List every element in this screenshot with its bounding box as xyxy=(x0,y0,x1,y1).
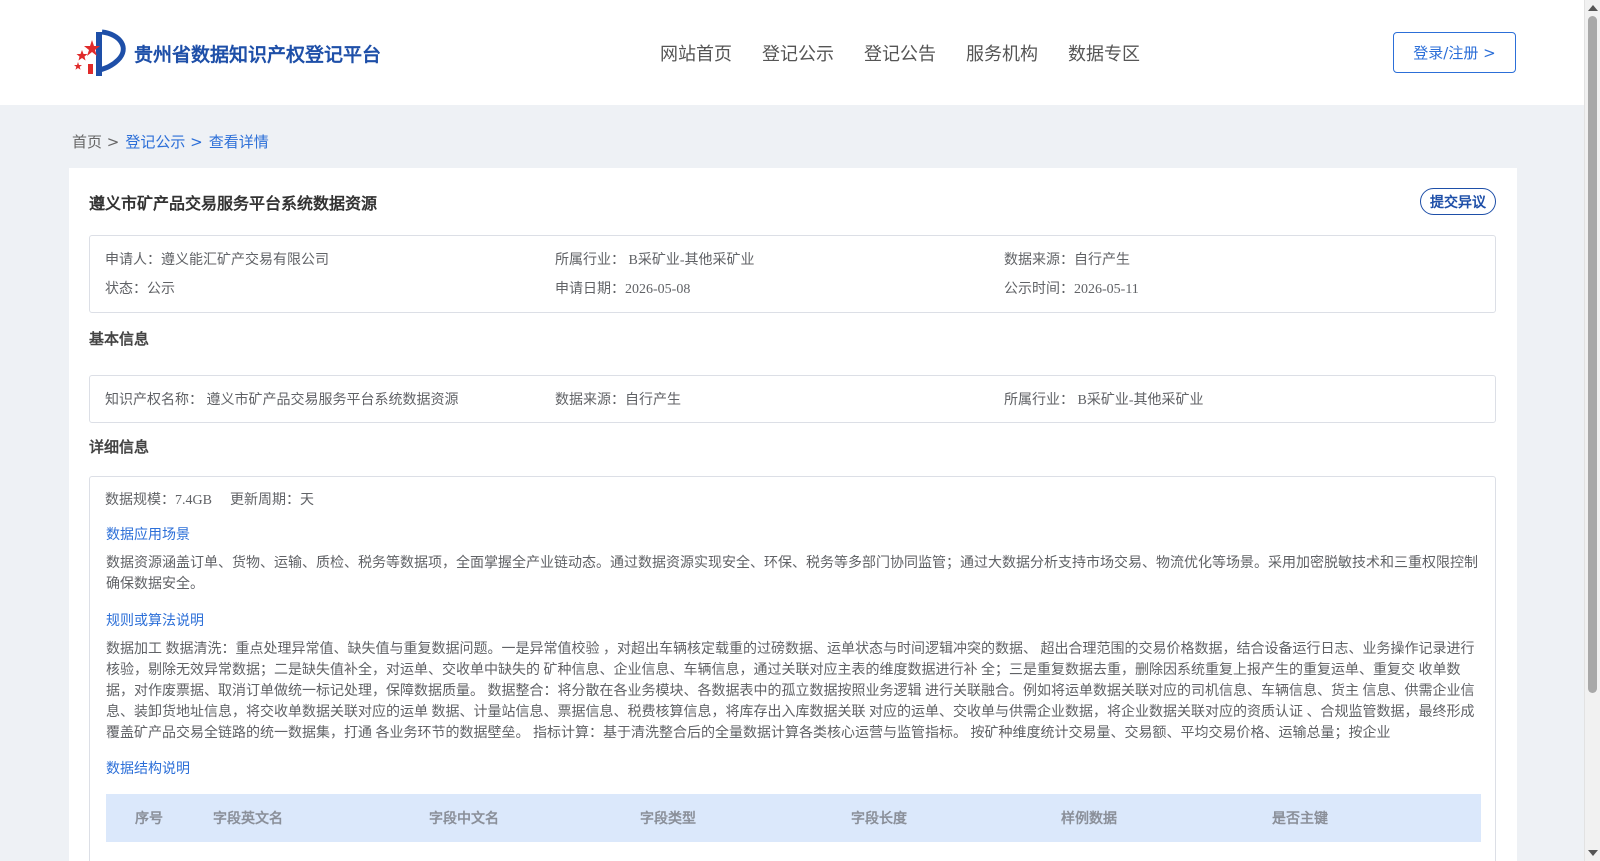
site-header: 贵州省数据知识产权登记平台 网站首页 登记公示 登记公告 服务机构 数据专区 登… xyxy=(0,0,1584,105)
th-primary-key: 是否主键 xyxy=(1272,811,1328,827)
data-scale-field: 数据规模：7.4GB xyxy=(105,493,212,508)
nav-item-service-agencies[interactable]: 服务机构 xyxy=(966,40,1038,66)
rules-heading: 规则或算法说明 xyxy=(106,614,204,629)
breadcrumb-home[interactable]: 首页 > xyxy=(72,131,119,152)
th-sample-data: 样例数据 xyxy=(1061,811,1117,827)
page-title: 遵义市矿产品交易服务平台系统数据资源 xyxy=(89,194,378,213)
nav-item-home[interactable]: 网站首页 xyxy=(660,40,732,66)
industry-field: 所属行业： B采矿业-其他采矿业 xyxy=(555,253,755,268)
page-scrollbar[interactable] xyxy=(1584,0,1600,861)
publish-date-field: 公示时间：2026-05-11 xyxy=(1004,282,1139,297)
logo-emblem-icon xyxy=(72,28,130,78)
scroll-thumb[interactable] xyxy=(1588,16,1597,693)
update-cycle-field: 更新周期：天 xyxy=(230,493,314,508)
logo-text: 贵州省数据知识产权登记平台 xyxy=(134,43,382,66)
rules-text: 数据加工 数据清洗：重点处理异常值、缺失值与重复数据问题。一是异常值校验 ，对超… xyxy=(106,642,1475,741)
apply-date-field: 申请日期：2026-05-08 xyxy=(555,282,691,297)
scenario-heading: 数据应用场景 xyxy=(106,528,190,543)
th-chinese-name: 字段中文名 xyxy=(429,811,499,827)
basic-source-field: 数据来源：自行产生 xyxy=(555,393,681,408)
scroll-up-arrow-icon[interactable] xyxy=(1588,5,1598,11)
structure-heading: 数据结构说明 xyxy=(106,762,190,777)
status-field: 状态：公示 xyxy=(105,282,175,297)
nav-item-registration-announcement[interactable]: 登记公告 xyxy=(864,40,936,66)
basic-industry-field: 所属行业： B采矿业-其他采矿业 xyxy=(1004,393,1204,408)
th-english-name: 字段英文名 xyxy=(213,811,283,827)
detail-info-box: 数据规模：7.4GB 更新周期：天 数据应用场景 数据资源涵盖订单、货物、运输、… xyxy=(89,476,1496,861)
scenario-text: 数据资源涵盖订单、货物、运输、质检、税务等数据项，全面掌握全产业链动态。通过数据… xyxy=(106,556,1478,592)
th-index: 序号 xyxy=(135,811,163,827)
basic-info-heading: 基本信息 xyxy=(89,330,150,348)
applicant-field: 申请人：遵义能汇矿产交易有限公司 xyxy=(105,253,329,268)
nav-item-registration-notice[interactable]: 登记公示 xyxy=(762,40,834,66)
main-nav: 网站首页 登记公示 登记公告 服务机构 数据专区 xyxy=(660,40,1170,66)
detail-card: 遵义市矿产品交易服务平台系统数据资源 提交异议 申请人：遵义能汇矿产交易有限公司… xyxy=(69,168,1517,861)
detail-info-heading: 详细信息 xyxy=(89,438,150,456)
scroll-down-arrow-icon[interactable] xyxy=(1588,850,1598,856)
login-register-button[interactable]: 登录/注册 > xyxy=(1393,32,1516,73)
nav-item-data-zone[interactable]: 数据专区 xyxy=(1068,40,1140,66)
th-field-type: 字段类型 xyxy=(640,811,696,827)
breadcrumb-section[interactable]: 登记公示 > xyxy=(125,131,202,152)
breadcrumb-current: 查看详情 xyxy=(208,133,269,151)
structure-table-header: 序号 字段英文名 字段中文名 字段类型 字段长度 样例数据 是否主键 xyxy=(106,794,1481,842)
breadcrumb: 首页 > 登记公示 > 查看详情 xyxy=(72,131,269,152)
basic-info-box: 知识产权名称： 遵义市矿产品交易服务平台系统数据资源 数据来源：自行产生 所属行… xyxy=(89,375,1496,423)
source-field: 数据来源：自行产生 xyxy=(1004,253,1130,268)
submit-objection-button[interactable]: 提交异议 xyxy=(1420,188,1496,215)
summary-box: 申请人：遵义能汇矿产交易有限公司 所属行业： B采矿业-其他采矿业 数据来源：自… xyxy=(89,235,1496,313)
ip-name-field: 知识产权名称： 遵义市矿产品交易服务平台系统数据资源 xyxy=(105,393,459,408)
th-field-length: 字段长度 xyxy=(851,811,907,827)
site-logo[interactable]: 贵州省数据知识产权登记平台 xyxy=(72,28,381,78)
